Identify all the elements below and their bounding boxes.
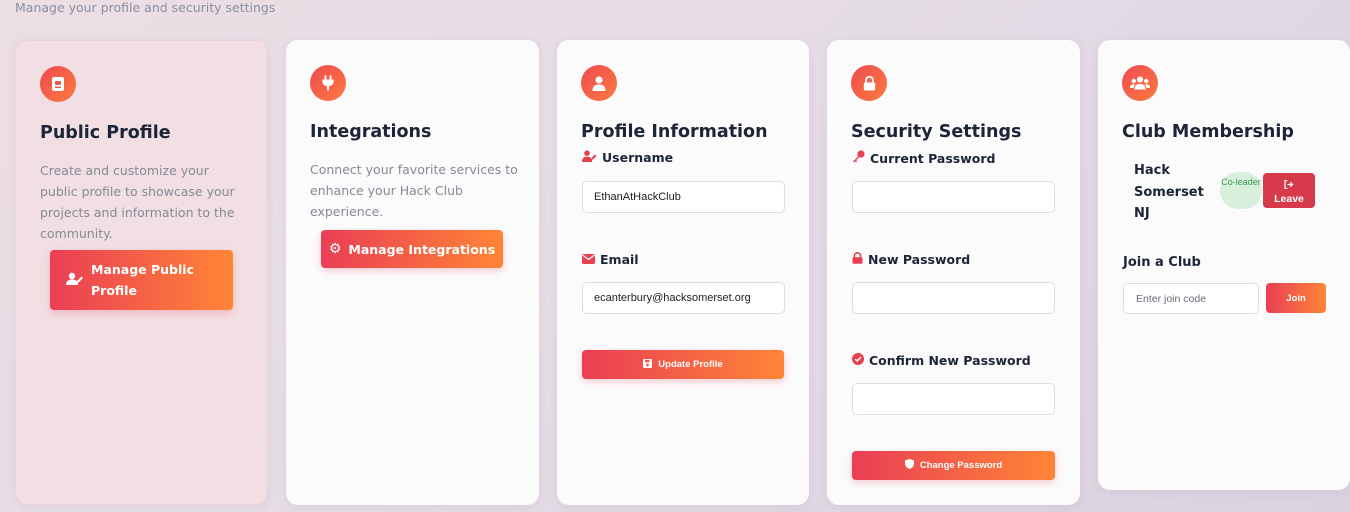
- card-title: Security Settings: [851, 122, 1022, 142]
- card-description: Connect your favorite services to enhanc…: [310, 162, 518, 219]
- button-label: Update Profile: [658, 359, 723, 370]
- save-icon: [643, 358, 653, 371]
- join-club-heading: Join a Club: [1123, 255, 1201, 270]
- join-button[interactable]: Join: [1266, 283, 1326, 313]
- button-label: Join: [1286, 292, 1306, 304]
- join-code-input[interactable]: [1123, 283, 1259, 314]
- id-badge-icon: [40, 66, 76, 102]
- current-password-field[interactable]: [852, 181, 1055, 213]
- manage-integrations-button[interactable]: ⚙ Manage Integrations: [321, 230, 503, 268]
- security-settings-card: Security Settings Current Password New P…: [827, 40, 1080, 505]
- profile-information-card: Profile Information Username Email Updat…: [557, 40, 809, 505]
- integrations-card: Integrations Connect your favorite servi…: [286, 40, 539, 505]
- leave-club-button[interactable]: Leave: [1263, 173, 1315, 208]
- gear-icon: ⚙: [328, 241, 342, 257]
- confirm-password-label: Confirm New Password: [852, 353, 1031, 368]
- page-subtitle: Manage your profile and security setting…: [15, 0, 276, 15]
- button-label: Change Password: [919, 460, 1003, 471]
- lock-icon: [852, 251, 863, 267]
- username-label: Username: [582, 150, 673, 165]
- check-circle-icon: [852, 353, 864, 368]
- role-badge: Co-leader: [1220, 172, 1262, 209]
- change-password-button[interactable]: Change Password: [852, 451, 1055, 480]
- update-profile-button[interactable]: Update Profile: [582, 350, 784, 379]
- email-field[interactable]: [582, 282, 785, 314]
- shield-icon: [904, 459, 914, 472]
- user-edit-icon: [66, 272, 83, 289]
- club-name: Hack Somerset NJ: [1134, 163, 1204, 221]
- card-title: Public Profile: [40, 123, 171, 143]
- lock-icon: [851, 65, 887, 101]
- button-label-line1: Manage Public: [91, 262, 194, 277]
- envelope-icon: [582, 253, 595, 267]
- button-label-line2: Profile: [91, 283, 137, 298]
- user-icon: [581, 65, 617, 101]
- key-icon: [852, 150, 865, 166]
- button-label: Manage Integrations: [348, 241, 496, 257]
- confirm-password-field[interactable]: [852, 383, 1055, 415]
- username-field[interactable]: [582, 181, 785, 213]
- current-password-label-text: Current Password: [870, 150, 996, 166]
- card-title: Integrations: [310, 122, 432, 142]
- plug-icon: [310, 65, 346, 101]
- public-profile-card: Public Profile Create and customize your…: [15, 40, 268, 505]
- email-label-text: Email: [600, 252, 639, 267]
- users-icon: [1122, 65, 1158, 101]
- manage-public-profile-button[interactable]: Manage Public Profile: [50, 250, 233, 310]
- user-pen-icon: [582, 150, 597, 165]
- username-label-text: Username: [602, 150, 674, 165]
- new-password-label-text: New Password: [868, 252, 971, 267]
- email-label: Email: [582, 252, 639, 267]
- new-password-field[interactable]: [852, 282, 1055, 314]
- current-password-label: Current Password: [852, 150, 996, 166]
- card-title: Club Membership: [1122, 122, 1294, 142]
- confirm-password-label-text: Confirm New Password: [869, 353, 1031, 368]
- card-title: Profile Information: [581, 122, 768, 142]
- card-description: Create and customize your public profile…: [40, 163, 235, 241]
- sign-out-icon: [1263, 179, 1315, 193]
- new-password-label: New Password: [852, 251, 971, 267]
- button-label: Leave: [1274, 192, 1304, 205]
- club-membership-card: Club Membership Hack Somerset NJ Co-lead…: [1098, 40, 1350, 490]
